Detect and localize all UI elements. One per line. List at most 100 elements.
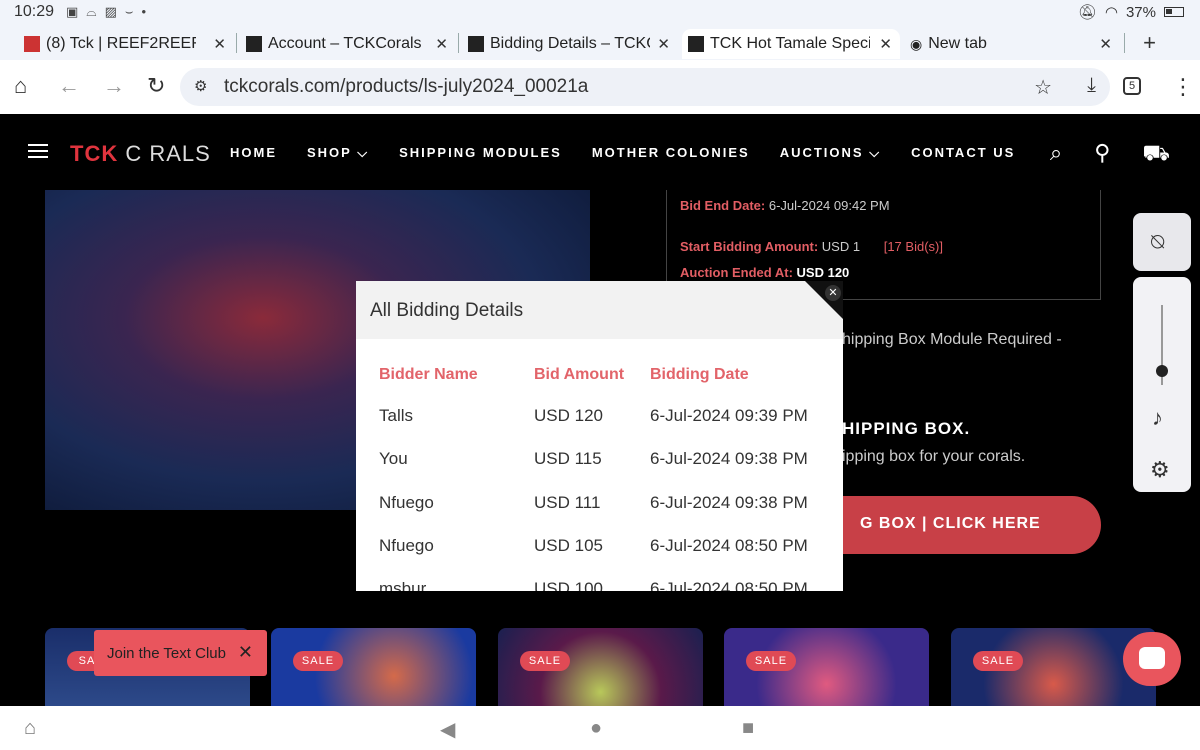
- volume-panel: ♪ ⚙: [1133, 277, 1191, 492]
- tab-new-tab[interactable]: ◉ New tab ✕: [910, 29, 1120, 59]
- back-nav-icon[interactable]: ◀: [440, 717, 455, 742]
- android-nav-bar: ⌂ ◀ ● ■: [0, 706, 1200, 750]
- sale-badge: SALE: [973, 651, 1023, 671]
- download-icon[interactable]: ⤓: [1087, 74, 1096, 97]
- modal-title: All Bidding Details: [370, 300, 524, 321]
- product-card[interactable]: SALE: [724, 628, 929, 708]
- sale-badge: SALE: [293, 651, 343, 671]
- nav-shipping-modules[interactable]: SHIPPING MODULES: [399, 145, 562, 161]
- site-logo[interactable]: TCK C RALS: [70, 141, 211, 167]
- tab-title: (8) Tck | REEF2REEF S: [46, 35, 196, 52]
- close-icon[interactable]: ✕: [213, 35, 226, 53]
- forward-icon[interactable]: →: [103, 73, 125, 99]
- start-bidding-amount: Start Bidding Amount: USD 1 [17 Bid(s)]: [680, 239, 943, 254]
- nav-shop[interactable]: SHOP ⌵: [307, 145, 369, 161]
- start-bidding-value: USD 1: [821, 239, 861, 254]
- tab-count-button[interactable]: 5: [1123, 77, 1141, 95]
- bell-off-icon[interactable]: ⍉: [1151, 229, 1164, 255]
- auction-ended-value: USD 120: [796, 265, 850, 280]
- tab-account[interactable]: Account – TCKCorals ✕: [246, 29, 456, 59]
- more-menu-icon[interactable]: ⋮: [1172, 74, 1194, 100]
- reef2reef-favicon-icon: [24, 36, 40, 52]
- shipping-box-heading: HIPPING BOX.: [842, 419, 971, 438]
- chrome-icon: ◉: [910, 35, 923, 52]
- main-nav: HOME SHOP ⌵ SHIPPING MODULES MOTHER COLO…: [230, 145, 1015, 161]
- row-amount: USD 100: [534, 579, 603, 591]
- wave-icon: ⌣: [124, 4, 134, 19]
- row-amount: USD 120: [534, 406, 603, 425]
- nav-auctions-label: AUCTIONS: [779, 145, 864, 160]
- modal-header: All Bidding Details: [356, 281, 843, 339]
- image-icon: ▣: [66, 4, 79, 19]
- new-tab-button[interactable]: +: [1143, 30, 1156, 56]
- search-icon[interactable]: ⌕: [1050, 140, 1062, 169]
- tab-divider: [236, 33, 237, 53]
- home-app-icon[interactable]: ⌂: [24, 717, 36, 740]
- tab-divider: [1124, 33, 1125, 53]
- tab-title: TCK Hot Tamale Speci: [710, 35, 870, 52]
- back-icon[interactable]: ←: [58, 73, 80, 99]
- tckcorals-favicon-icon: [468, 36, 484, 52]
- url-text[interactable]: tckcorals.com/products/ls-july2024_00021…: [224, 76, 588, 98]
- recents-nav-icon[interactable]: ■: [742, 717, 754, 740]
- close-icon[interactable]: ✕: [825, 285, 841, 301]
- close-icon[interactable]: ✕: [657, 35, 670, 53]
- row-bidder: You: [379, 449, 408, 468]
- row-bidder: Nfuego: [379, 493, 434, 512]
- app-icon: ▨: [104, 4, 117, 19]
- close-icon[interactable]: ✕: [435, 35, 448, 53]
- tab-divider: [458, 33, 459, 53]
- row-amount: USD 105: [534, 536, 603, 555]
- clock: 10:29: [14, 3, 55, 20]
- volume-mute-panel[interactable]: ⍉: [1133, 213, 1191, 271]
- shipping-required-text: hipping Box Module Required -: [842, 331, 1062, 348]
- logo-tck: TCK: [70, 141, 119, 166]
- bidding-details-modal: All Bidding Details ✕ Bidder Name Bid Am…: [356, 281, 843, 591]
- row-date: 6-Jul-2024 09:39 PM: [650, 406, 808, 425]
- auction-ended-label: Auction Ended At:: [680, 265, 793, 280]
- home-nav-icon[interactable]: ●: [590, 717, 602, 740]
- chat-button[interactable]: [1123, 632, 1181, 686]
- reload-icon[interactable]: ↻: [147, 73, 165, 99]
- nav-home[interactable]: HOME: [230, 145, 277, 161]
- logo-corals: C RALS: [125, 141, 211, 166]
- join-text-club-banner[interactable]: Join the Text Club ✕: [94, 630, 267, 676]
- home-icon[interactable]: ⌂: [14, 73, 27, 99]
- nav-shop-label: SHOP: [307, 145, 352, 160]
- volume-slider-knob[interactable]: [1156, 365, 1168, 377]
- hamburger-menu-icon[interactable]: [28, 144, 48, 158]
- nav-mother-colonies[interactable]: MOTHER COLONIES: [592, 145, 750, 161]
- row-bidder: Nfuego: [379, 536, 434, 555]
- account-icon[interactable]: ⚲: [1094, 140, 1110, 169]
- tab-bidding-details[interactable]: Bidding Details – TCKC ✕: [468, 29, 678, 59]
- close-icon[interactable]: ✕: [238, 642, 253, 663]
- product-card[interactable]: SALE: [271, 628, 476, 708]
- sale-badge: SALE: [520, 651, 570, 671]
- row-bidder: Talls: [379, 406, 414, 425]
- sale-badge: SALE: [746, 651, 796, 671]
- shipping-box-button-label: G BOX | CLICK HERE: [860, 515, 1041, 532]
- start-bidding-label: Start Bidding Amount:: [680, 239, 819, 254]
- tab-strip: (8) Tck | REEF2REEF S ✕ Account – TCKCor…: [0, 24, 1200, 60]
- cart-icon[interactable]: ⛟: [1142, 140, 1170, 169]
- product-card[interactable]: SALE: [498, 628, 703, 708]
- nav-contact-us[interactable]: CONTACT US: [911, 145, 1015, 161]
- bookmark-star-icon[interactable]: ☆: [1034, 75, 1052, 100]
- bids-count-link[interactable]: [17 Bid(s)]: [884, 239, 943, 254]
- tckcorals-favicon-icon: [688, 36, 704, 52]
- close-icon[interactable]: ✕: [1099, 35, 1112, 53]
- close-icon[interactable]: ✕: [879, 35, 892, 53]
- tab-reef2reef[interactable]: (8) Tck | REEF2REEF S ✕: [24, 29, 234, 59]
- site-header: TCK C RALS HOME SHOP ⌵ SHIPPING MODULES …: [0, 114, 1200, 190]
- nav-auctions[interactable]: AUCTIONS ⌵: [780, 145, 881, 161]
- mute-icon: 🔕︎: [1077, 4, 1097, 21]
- tab-title: Bidding Details – TCKC: [490, 35, 650, 52]
- tab-hot-tamale[interactable]: TCK Hot Tamale Speci ✕: [682, 29, 900, 59]
- battery-level: 37%: [1125, 3, 1156, 21]
- music-note-icon[interactable]: ♪: [1152, 405, 1163, 431]
- settings-gear-icon[interactable]: ⚙: [1150, 457, 1170, 483]
- status-right: 🔕︎ ◠ 37%: [1078, 3, 1184, 21]
- site-settings-icon[interactable]: ⚙: [194, 77, 207, 95]
- system-status-bar: 10:29 ▣ ⌓ ▨ ⌣ • 🔕︎ ◠ 37%: [0, 0, 1200, 24]
- address-bar[interactable]: ⚙ tckcorals.com/products/ls-july2024_000…: [180, 68, 1110, 106]
